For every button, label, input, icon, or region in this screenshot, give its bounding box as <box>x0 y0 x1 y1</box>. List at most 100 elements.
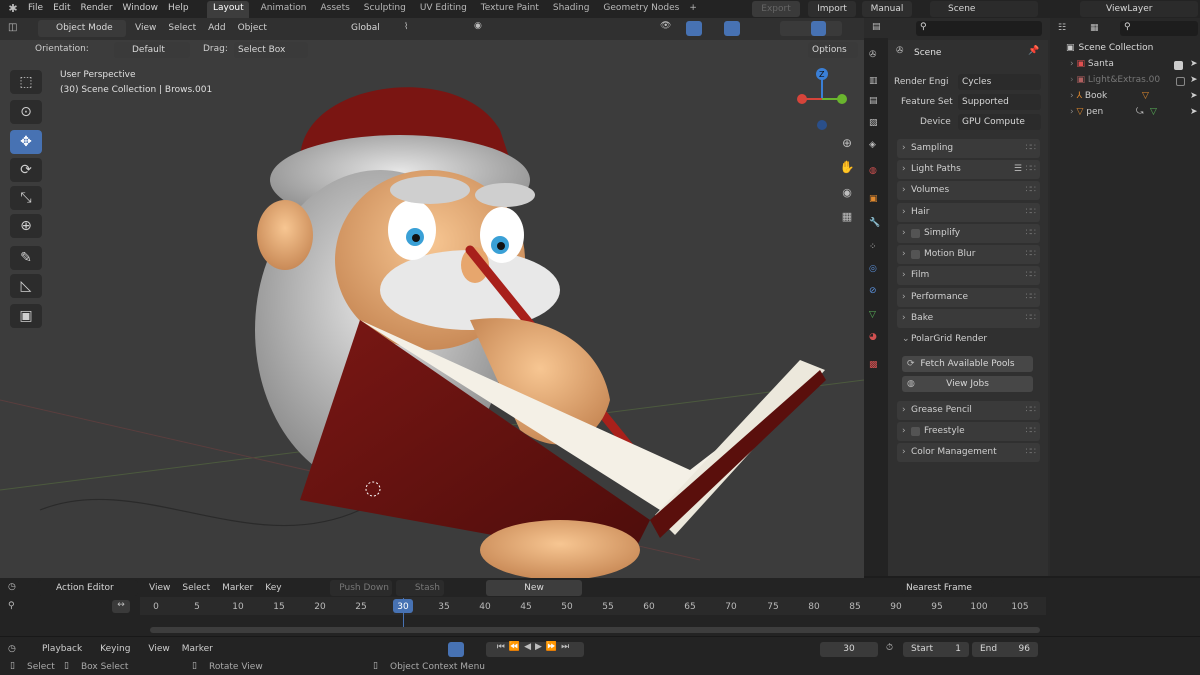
outliner-item-light-extras[interactable]: › ▣ Light&Extras.00 ➤ <box>1070 75 1198 89</box>
menu-file[interactable]: File <box>28 3 43 13</box>
fetch-pools-button[interactable]: ⟳ Fetch Available Pools <box>902 356 1033 372</box>
panel-hair[interactable]: › Hair ∷∷ <box>897 203 1040 222</box>
tab-shading[interactable]: Shading <box>553 3 590 13</box>
pin-icon[interactable]: 📌 <box>1028 46 1039 56</box>
prev-key-icon[interactable]: ⏪ <box>509 642 524 652</box>
swap-direction-icon[interactable]: ↔ <box>112 600 130 613</box>
menu-select[interactable]: Select <box>182 583 210 593</box>
select-cursor-icon[interactable]: ➤ <box>1190 75 1198 85</box>
camera-view-icon[interactable]: ◉ <box>838 186 856 199</box>
transform-tool-icon[interactable]: ⊕ <box>10 214 42 238</box>
annotate-tool-icon[interactable]: ✎ <box>10 246 42 270</box>
panel-simplify[interactable]: › Simplify ∷∷ <box>897 224 1040 243</box>
menu-window[interactable]: Window <box>123 3 159 13</box>
menu-view[interactable]: View <box>148 644 169 654</box>
properties-search-input[interactable]: ⚲ <box>916 21 1042 36</box>
data-tab-icon[interactable]: ▽ <box>869 310 876 320</box>
tab-geometry-nodes[interactable]: Geometry Nodes <box>603 3 679 13</box>
editor-type-icon[interactable]: ◷ <box>8 582 16 592</box>
motion-blur-checkbox[interactable] <box>911 250 920 259</box>
panel-volumes[interactable]: › Volumes ∷∷ <box>897 181 1040 200</box>
render-tab-icon[interactable]: ▥ <box>869 76 878 86</box>
snap-icon[interactable]: ⌇ <box>404 22 408 32</box>
panel-light-paths[interactable]: › Light Paths ☰ ∷∷ <box>897 160 1040 179</box>
feature-set-dropdown[interactable]: Supported <box>958 94 1041 110</box>
drag-handle-icon[interactable]: ∷∷ <box>1026 401 1037 420</box>
tool-tab-icon[interactable]: ✇ <box>869 50 877 60</box>
menu-keying[interactable]: Keying <box>100 644 130 654</box>
timeline-scrollbar[interactable] <box>150 627 1040 633</box>
shading-mode-group[interactable] <box>780 21 842 36</box>
end-frame-input[interactable]: End 96 <box>972 642 1038 657</box>
current-frame-input[interactable]: 30 <box>820 642 878 657</box>
scene-tab-icon[interactable]: ◈ <box>869 140 876 150</box>
menu-marker[interactable]: Marker <box>222 583 253 593</box>
panel-bake[interactable]: › Bake ∷∷ <box>897 309 1040 328</box>
panel-grease-pencil[interactable]: › Grease Pencil ∷∷ <box>897 401 1040 420</box>
view-jobs-button[interactable]: ◍ View Jobs <box>902 376 1033 392</box>
jump-end-icon[interactable]: ⏭ <box>561 642 573 652</box>
panel-sampling[interactable]: › Sampling ∷∷ <box>897 139 1040 158</box>
blender-logo-icon[interactable]: ✱ <box>6 2 20 16</box>
checkbox-icon[interactable] <box>1174 61 1183 70</box>
menu-edit[interactable]: Edit <box>53 3 70 13</box>
simplify-checkbox[interactable] <box>911 229 920 238</box>
material-tab-icon[interactable]: ◕ <box>869 332 877 342</box>
import-button[interactable]: Import <box>808 1 856 17</box>
gizmo-toggle-button[interactable] <box>686 21 702 36</box>
object-tab-icon[interactable]: ▣ <box>869 194 878 204</box>
action-editor-mode-dropdown[interactable]: Action Editor <box>38 580 138 596</box>
drag-dropdown[interactable]: Select Box <box>234 42 308 58</box>
shading-solid-button[interactable] <box>811 21 826 36</box>
add-workspace-button[interactable]: + <box>689 3 697 13</box>
drag-handle-icon[interactable]: ∷∷ <box>1026 288 1037 307</box>
panel-motion-blur[interactable]: › Motion Blur ∷∷ <box>897 245 1040 264</box>
select-cursor-icon[interactable]: ➤ <box>1190 91 1198 101</box>
drag-handle-icon[interactable]: ∷∷ <box>1026 443 1037 462</box>
drag-handle-icon[interactable]: ∷∷ <box>1026 224 1037 243</box>
outliner-editor-type-icon[interactable]: ☷ <box>1058 23 1066 33</box>
move-tool-icon[interactable]: ✥ <box>10 130 42 154</box>
select-cursor-icon[interactable]: ➤ <box>1190 59 1198 69</box>
select-box-tool-icon[interactable]: ⬚ <box>10 70 42 94</box>
select-cursor-icon[interactable]: ➤ <box>1190 107 1198 117</box>
world-tab-icon[interactable]: ◍ <box>869 166 877 176</box>
viewlayer-selector[interactable]: ViewLayer <box>1080 1 1198 17</box>
drag-handle-icon[interactable]: ∷∷ <box>1026 309 1037 328</box>
tab-uv-editing[interactable]: UV Editing <box>420 3 467 13</box>
menu-playback[interactable]: Playback <box>42 644 82 654</box>
menu-view[interactable]: View <box>135 23 156 33</box>
zoom-icon[interactable]: ⊕ <box>838 136 856 150</box>
freestyle-checkbox[interactable] <box>911 427 920 436</box>
menu-object[interactable]: Object <box>238 23 267 33</box>
filter-icon[interactable]: ▦ <box>1090 23 1099 33</box>
visibility-icon[interactable]: 👁 <box>660 21 671 31</box>
new-action-button[interactable]: New <box>486 580 582 596</box>
add-cube-tool-icon[interactable]: ▣ <box>10 304 42 328</box>
menu-key[interactable]: Key <box>265 583 281 593</box>
search-icon[interactable]: ⚲ <box>8 601 15 611</box>
outliner-item-pen[interactable]: › ▽ pen ⤿ ▽ ➤ <box>1070 107 1198 121</box>
export-button[interactable]: Export <box>752 1 800 17</box>
panel-freestyle[interactable]: › Freestyle ∷∷ <box>897 422 1040 441</box>
stopwatch-icon[interactable]: ⏱ <box>886 643 893 653</box>
texture-tab-icon[interactable]: ▩ <box>869 360 878 370</box>
transform-orientation-dropdown[interactable]: Global <box>333 20 395 37</box>
scale-tool-icon[interactable]: ⤡ <box>10 186 42 210</box>
editor-type-icon[interactable]: ◷ <box>8 644 16 654</box>
tab-texture-paint[interactable]: Texture Paint <box>481 3 539 13</box>
tab-animation[interactable]: Animation <box>261 3 307 13</box>
menu-marker[interactable]: Marker <box>182 644 213 654</box>
orientation-dropdown[interactable]: Default <box>114 42 190 58</box>
drag-handle-icon[interactable]: ∷∷ <box>1026 245 1037 264</box>
pan-hand-icon[interactable]: ✋ <box>838 160 856 174</box>
overlay-toggle-button[interactable] <box>724 21 740 36</box>
tab-layout[interactable]: Layout <box>213 3 244 13</box>
next-key-icon[interactable]: ⏩ <box>546 642 561 652</box>
drag-handle-icon[interactable]: ∷∷ <box>1026 139 1037 158</box>
play-icon[interactable]: ▶ <box>535 642 546 652</box>
drag-handle-icon[interactable]: ∷∷ <box>1026 422 1037 441</box>
output-tab-icon[interactable]: ▤ <box>869 96 878 106</box>
snap-dropdown[interactable]: Nearest Frame <box>902 580 994 596</box>
scene-selector[interactable]: Scene <box>930 1 1038 17</box>
